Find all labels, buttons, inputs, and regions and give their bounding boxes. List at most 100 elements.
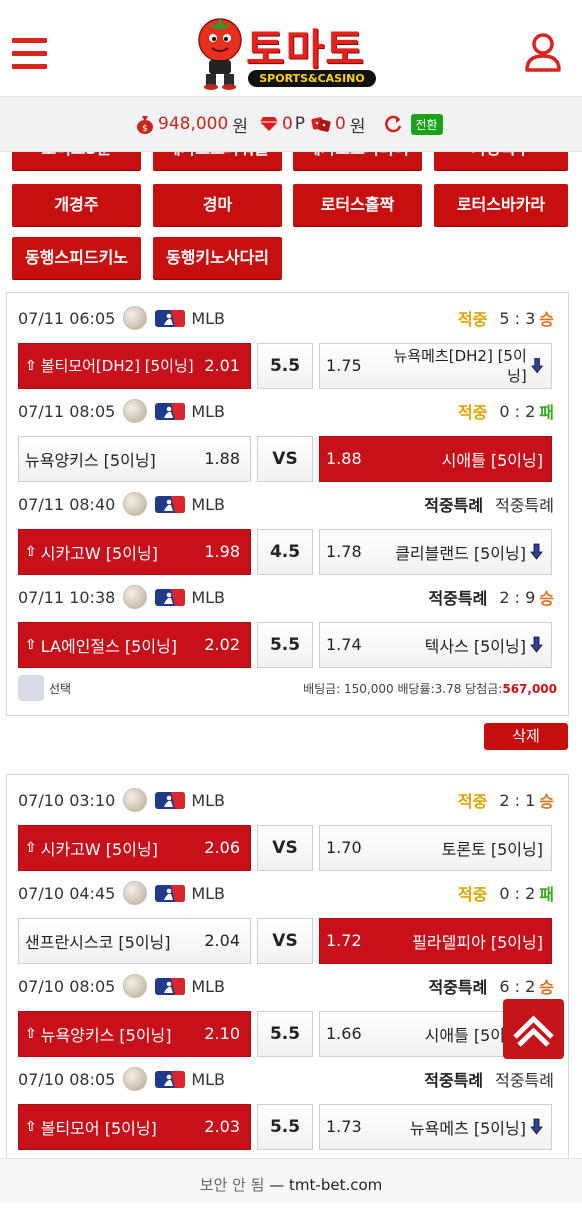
browser-url-bar[interactable]: 보안 안 됨 — tmt-bet.com bbox=[0, 1158, 582, 1203]
logo-subtitle: SPORTS&CASINO bbox=[248, 70, 376, 87]
game-button[interactable]: 로터스홀짝 bbox=[293, 184, 422, 226]
match-time: 07/10 04:45 bbox=[18, 883, 116, 903]
mlb-logo-icon bbox=[155, 977, 186, 995]
arrow-down-icon bbox=[530, 543, 543, 560]
match-status: 적중 0 : 2패 bbox=[458, 880, 554, 906]
match-header: 07/10 03:10 MLB bbox=[18, 787, 225, 813]
home-odds: 1.88 bbox=[204, 449, 240, 468]
user-icon[interactable] bbox=[524, 32, 562, 72]
handicap-box[interactable]: 5.5 bbox=[257, 343, 313, 389]
game-button[interactable]: 동행스피드키노 bbox=[12, 237, 141, 279]
away-team-odds-button[interactable]: 1.75 뉴욕메츠[DH2] [5이닝] bbox=[319, 343, 552, 389]
mlb-logo-icon bbox=[155, 884, 186, 902]
league-name: MLB bbox=[191, 587, 226, 607]
convert-button[interactable]: 전환 bbox=[410, 113, 443, 135]
home-team-odds-button[interactable]: ⇧ LA에인절스 [5이닝] 2.02 bbox=[18, 622, 251, 668]
select-checkbox[interactable] bbox=[18, 675, 44, 701]
game-button[interactable]: 개경주 bbox=[12, 184, 141, 226]
away-team-odds-button[interactable]: 1.70 토론토 [5이닝] bbox=[319, 825, 552, 871]
away-team-name: 토론토 [5이닝] bbox=[441, 840, 543, 859]
handicap-box[interactable]: 4.5 bbox=[257, 529, 313, 575]
home-team-odds-button[interactable]: ⇧ 볼티모어[DH2] [5이닝] 2.01 bbox=[18, 343, 251, 389]
match-time: 07/10 08:05 bbox=[18, 1069, 116, 1089]
match-header: 07/10 04:45 MLB bbox=[18, 880, 225, 906]
home-odds: 2.06 bbox=[204, 838, 240, 857]
refresh-icon[interactable] bbox=[383, 114, 403, 134]
delete-button[interactable]: 삭제 bbox=[484, 723, 568, 750]
handicap-box[interactable]: VS bbox=[257, 436, 313, 482]
game-button[interactable]: 동행키노사다리 bbox=[153, 237, 282, 279]
scroll-to-top-button[interactable] bbox=[503, 999, 564, 1059]
baseball-icon bbox=[123, 1067, 148, 1091]
menu-icon[interactable] bbox=[12, 38, 48, 70]
away-team-name: 필라델피아 [5이닝] bbox=[412, 933, 543, 952]
bet-slip: 07/11 06:05 MLB 적중 5 : 3 승 ⇧ 볼티모어[DH2] [5이닝] 2.… bbox=[6, 292, 569, 716]
match-time: 07/10 03:10 bbox=[18, 790, 116, 810]
site-logo[interactable]: 토마토 SPORTS&CASINO bbox=[196, 14, 382, 90]
select-label: 선택 bbox=[49, 682, 72, 696]
handicap-box[interactable]: VS bbox=[257, 825, 313, 871]
handicap-box[interactable]: 5.5 bbox=[257, 1104, 313, 1150]
money-unit: 원 bbox=[232, 116, 248, 137]
points-amount: 0 bbox=[281, 114, 293, 134]
away-team-name: 뉴욕메츠[DH2] [5이닝] bbox=[393, 347, 527, 385]
bet-summary-text: 배팅금: 150,000 배당률:3.78 당첨금: bbox=[303, 682, 503, 696]
arrow-down-icon bbox=[530, 358, 543, 374]
away-team-odds-button[interactable]: 1.72 필라델피아 [5이닝] bbox=[319, 918, 552, 964]
arrow-up-icon: ⇧ bbox=[25, 1026, 37, 1042]
home-team-odds-button[interactable]: 샌프란시스코 [5이닝] 2.04 bbox=[18, 918, 251, 964]
url-separator: — bbox=[269, 1176, 285, 1194]
result-mark: 패 bbox=[539, 403, 554, 422]
dice-icon bbox=[311, 117, 331, 132]
payout-amount: 567,000 bbox=[502, 682, 557, 696]
away-team-name: 텍사스 [5이닝] bbox=[424, 637, 526, 656]
match-score: 적중특례 bbox=[495, 1071, 554, 1090]
game-button[interactable]: 로터스바카라 bbox=[434, 184, 568, 226]
match-header: 07/11 08:05 MLB bbox=[18, 398, 225, 424]
handicap-box[interactable]: 5.5 bbox=[257, 622, 313, 668]
arrow-up-icon: ⇧ bbox=[25, 544, 37, 560]
home-team-odds-button[interactable]: ⇧ 볼티모어 [5이닝] 2.03 bbox=[18, 1104, 251, 1150]
result-status: 적중특례 bbox=[424, 496, 484, 515]
arrow-down-icon bbox=[530, 1118, 543, 1135]
match-status: 적중특례 2 : 9승 bbox=[428, 584, 554, 610]
home-team-name: 볼티모어[DH2] [5이닝] bbox=[40, 357, 194, 375]
away-odds: 1.73 bbox=[326, 1117, 362, 1136]
app-header: 토마토 SPORTS&CASINO bbox=[0, 0, 582, 96]
away-team-name: 클리블랜드 [5이닝] bbox=[395, 544, 526, 563]
home-team-odds-button[interactable]: 뉴욕양키스 [5이닝] 1.88 bbox=[18, 436, 251, 482]
home-team-odds-button[interactable]: ⇧ 뉴욕양키스 [5이닝] 2.10 bbox=[18, 1011, 251, 1057]
arrow-up-icon: ⇧ bbox=[25, 358, 37, 374]
away-team-odds-button[interactable]: 1.78 클리블랜드 [5이닝] bbox=[319, 529, 552, 575]
handicap-box[interactable]: VS bbox=[257, 918, 313, 964]
match-header: 07/11 06:05 MLB bbox=[18, 305, 225, 331]
home-team-name: LA에인절스 [5이닝] bbox=[40, 637, 178, 656]
mlb-logo-icon bbox=[155, 402, 186, 420]
league-name: MLB bbox=[191, 401, 226, 421]
game-button[interactable]: 경마 bbox=[153, 184, 282, 226]
match-score: 2 : 9 bbox=[499, 587, 536, 607]
baseball-icon bbox=[123, 881, 148, 905]
mlb-logo-icon bbox=[155, 309, 186, 327]
home-team-odds-button[interactable]: ⇧ 시카고W [5이닝] 1.98 bbox=[18, 529, 251, 575]
away-team-odds-button[interactable]: 1.88 시애틀 [5이닝] bbox=[319, 436, 552, 482]
arrow-down-icon bbox=[530, 636, 543, 653]
away-team-odds-button[interactable]: 1.73 뉴욕메츠 [5이닝] bbox=[319, 1104, 552, 1150]
baseball-icon bbox=[123, 399, 148, 423]
result-status: 적중 bbox=[457, 885, 488, 904]
handicap-box[interactable]: 5.5 bbox=[257, 1011, 313, 1057]
away-odds: 1.72 bbox=[326, 931, 362, 950]
match-time: 07/11 08:40 bbox=[18, 494, 116, 514]
mlb-logo-icon bbox=[155, 495, 186, 513]
match-header: 07/10 08:05 MLB bbox=[18, 973, 225, 999]
money-bag-icon: $ bbox=[137, 116, 153, 134]
away-team-odds-button[interactable]: 1.74 텍사스 [5이닝] bbox=[319, 622, 552, 668]
diamond-icon bbox=[259, 117, 278, 131]
home-odds: 2.01 bbox=[204, 356, 240, 375]
home-team-odds-button[interactable]: ⇧ 시카고W [5이닝] 2.06 bbox=[18, 825, 251, 871]
tomato-mascot-icon bbox=[198, 18, 242, 90]
league-name: MLB bbox=[191, 308, 226, 328]
match-header: 07/10 08:05 MLB bbox=[18, 1066, 225, 1092]
result-mark: 승 bbox=[539, 310, 554, 329]
away-team-name: 뉴욕메츠 [5이닝] bbox=[409, 1119, 526, 1138]
